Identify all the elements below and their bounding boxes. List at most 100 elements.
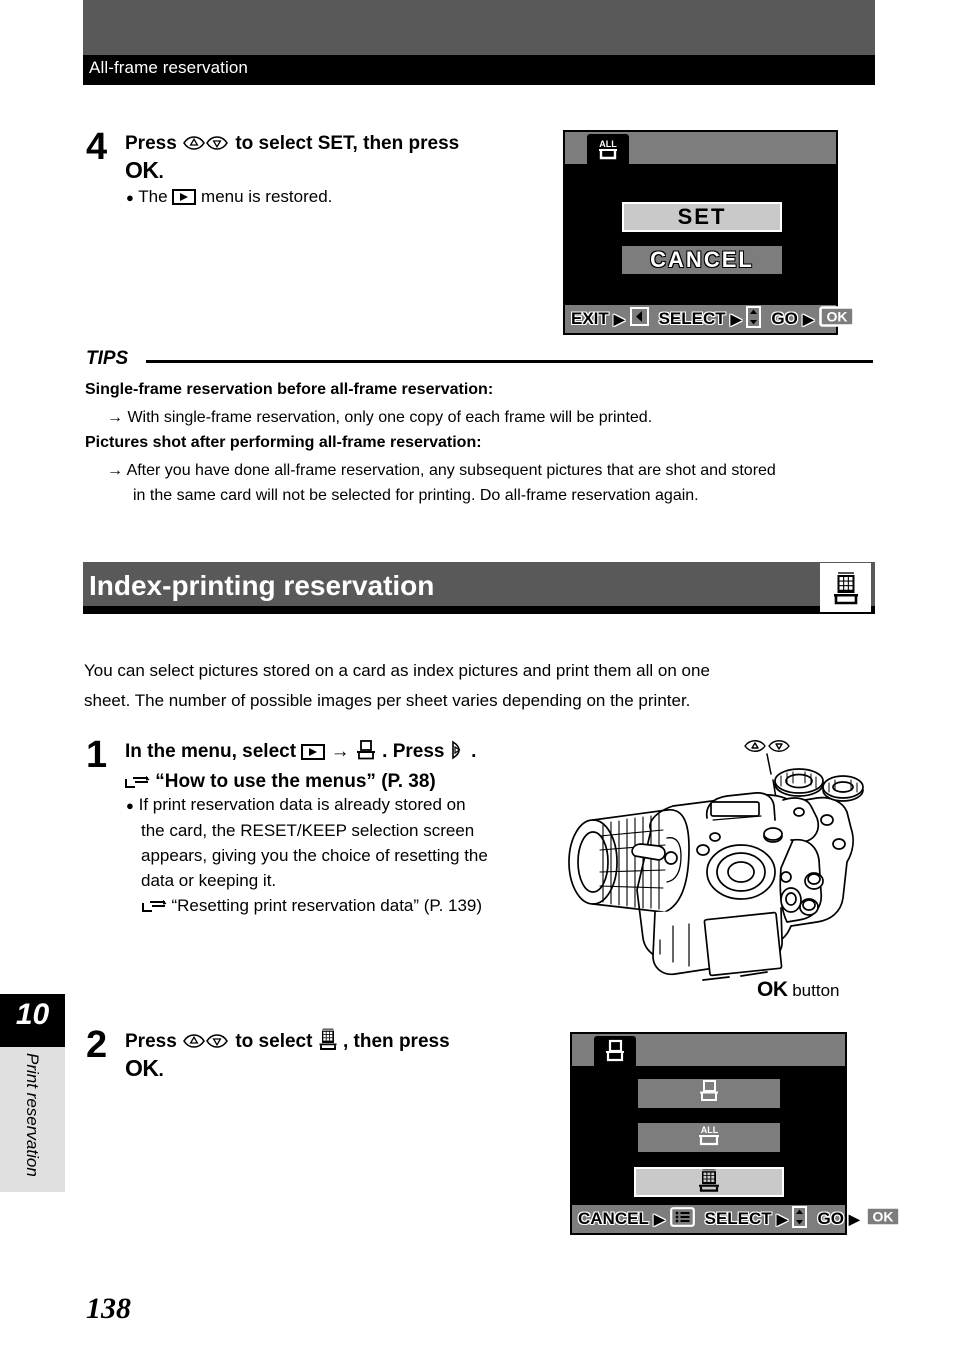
lcd2-select-arrow: ▶: [776, 1210, 788, 1227]
updown-key-icon: [746, 305, 762, 333]
ok-button-callout-bold: OK: [757, 978, 788, 1001]
right-arrow-icon: [450, 740, 466, 760]
lcd2-footer-bar: CANCEL ▶ SELECT ▶ GO ▶ OK: [572, 1205, 901, 1233]
step-1-text-b: . Press: [382, 741, 445, 762]
svg-text:ALL: ALL: [701, 1125, 719, 1135]
step-4-instruction: Press to select SET, then press OK.: [125, 130, 545, 186]
step-4-note-b: menu is restored.: [201, 187, 333, 206]
lcd1-row-set[interactable]: SET: [622, 202, 782, 232]
index-print-icon: [820, 563, 871, 612]
step-1-note-line-2: the card, the RESET/KEEP selection scree…: [141, 821, 475, 840]
all-frame-reservation-screen: ALL SET CANCEL EXIT ▶ SELECT ▶ GO ▶ OK: [563, 130, 855, 335]
lcd2-row-print[interactable]: [638, 1079, 780, 1108]
step-2-text-a: Press: [125, 1031, 177, 1052]
tips-rule: [146, 360, 873, 363]
step-4-note: ● The menu is restored.: [126, 184, 546, 210]
svg-text:OK: OK: [872, 1209, 893, 1225]
svg-text:ALL: ALL: [599, 139, 617, 149]
lcd1-select-label: SELECT: [658, 309, 726, 328]
step-1-note: ● If print reservation data is already s…: [126, 792, 536, 918]
tips-body-1: → With single-frame reservation, only on…: [107, 405, 652, 430]
step-4-number: 4: [86, 126, 108, 168]
lcd2-row-index-print[interactable]: [634, 1167, 784, 1197]
step-2-text-c: , then press: [343, 1031, 450, 1052]
bullet-dot: ●: [126, 190, 134, 205]
menu-key-icon: [669, 1206, 695, 1232]
tips-body-2-line-2: in the same card will not be selected fo…: [133, 487, 699, 504]
ok-key-icon: OK: [864, 1206, 901, 1232]
step-4-ok-label: OK: [125, 157, 159, 183]
ok-key-icon: OK: [818, 306, 855, 332]
tips-arrow-2: →: [107, 462, 123, 479]
header-gray-band: [83, 0, 875, 55]
step-2-text-b: to select: [235, 1031, 313, 1052]
section-intro-line-2: sheet. The number of possible images per…: [84, 691, 691, 710]
lcd1-go-label: GO: [771, 309, 798, 328]
step-2-instruction: Press to select , then press OK.: [125, 1028, 545, 1084]
step-2-ok-label: OK: [125, 1055, 159, 1081]
step-4-note-a: The: [138, 187, 168, 206]
svg-text:OK: OK: [826, 309, 847, 325]
updown-key-icon: [792, 1205, 808, 1233]
section-intro: You can select pictures stored on a card…: [84, 656, 874, 716]
print-icon: [697, 1080, 721, 1107]
step-4-text-b: to select SET, then press: [235, 133, 460, 154]
ok-button-callout-rest: button: [787, 981, 840, 1000]
print-mode-menu-screen: ALL CANCEL ▶ SELECT ▶ GO ▶ OK: [570, 1032, 901, 1235]
tips-body-2-line-1: → After you have done all-frame reservat…: [107, 458, 776, 483]
tips-arrow-1: →: [107, 409, 123, 426]
pointing-hand-icon: [124, 774, 150, 790]
section-intro-line-1: You can select pictures stored on a card…: [84, 661, 710, 680]
lcd1-row-cancel-label: CANCEL: [650, 247, 754, 272]
camera-illustration: [555, 740, 895, 1005]
tips-body-1-text: With single-frame reservation, only one …: [127, 409, 653, 426]
print-icon: [355, 740, 377, 760]
step-4-period: .: [158, 162, 164, 183]
lcd1-exit-arrow: ▶: [613, 310, 625, 327]
lcd2-row-all-print[interactable]: ALL: [638, 1123, 780, 1152]
lcd1-exit-label: EXIT: [571, 309, 609, 328]
chapter-tab-label: Print reservation: [23, 1053, 43, 1177]
tips-heading-1: Single-frame reservation before all-fram…: [85, 381, 494, 398]
lcd1-select-arrow: ▶: [730, 310, 742, 327]
index-print-icon: [697, 1168, 721, 1197]
lcd2-cancel-label: CANCEL: [578, 1209, 649, 1228]
step-2-number: 2: [86, 1024, 108, 1066]
playback-icon: [301, 744, 326, 760]
step-1-number: 1: [86, 734, 108, 776]
lcd2-select-label: SELECT: [704, 1209, 772, 1228]
section-heading-underbar: [83, 606, 875, 614]
step-1-reference-2-text: “Resetting print reservation data” (P. 1…: [171, 896, 483, 915]
step-1-instruction: In the menu, select → . Press .: [125, 738, 545, 765]
step-2-period: .: [158, 1060, 164, 1081]
tips-body-2-text-1: After you have done all-frame reservatio…: [126, 462, 776, 479]
step-1-note-line-3: appears, giving you the choice of resett…: [141, 846, 488, 865]
step-1-reference-1-text: “How to use the menus” (P. 38): [155, 771, 436, 792]
step-1-note-line-1: If print reservation data is already sto…: [138, 795, 466, 814]
lcd2-cancel-arrow: ▶: [653, 1210, 665, 1227]
all-print-icon: ALL: [587, 134, 629, 164]
step-4-text-a: Press: [125, 133, 177, 154]
ok-button-callout: OK button: [757, 978, 840, 1002]
index-print-icon: [318, 1028, 338, 1050]
page-number: 138: [86, 1292, 131, 1325]
step-1-reference-1: “How to use the menus” (P. 38): [124, 768, 544, 795]
step-1-arrow: →: [330, 741, 350, 762]
step-1-note-line-4: data or keeping it.: [141, 871, 277, 890]
chapter-number: 10: [15, 998, 50, 1031]
lcd1-row-cancel[interactable]: CANCEL: [622, 246, 782, 274]
bullet-dot: ●: [126, 798, 134, 813]
tips-heading-2: Pictures shot after performing all-frame…: [85, 434, 482, 451]
section-title: Index-printing reservation: [89, 570, 435, 601]
left-arrow-key-icon: [629, 307, 649, 331]
all-print-icon: ALL: [695, 1124, 723, 1151]
lcd1-row-set-label: SET: [677, 204, 727, 229]
lcd1-footer-bar: EXIT ▶ SELECT ▶ GO ▶ OK: [565, 305, 855, 333]
lcd2-go-label: GO: [817, 1209, 844, 1228]
tips-label: TIPS: [86, 348, 129, 369]
step-1-text-a: In the menu, select: [125, 741, 297, 762]
updown-arrow-icon: [182, 134, 230, 152]
updown-arrow-icon: [182, 1032, 230, 1050]
pointing-hand-icon: [141, 898, 167, 914]
running-head-title: All-frame reservation: [89, 58, 248, 77]
